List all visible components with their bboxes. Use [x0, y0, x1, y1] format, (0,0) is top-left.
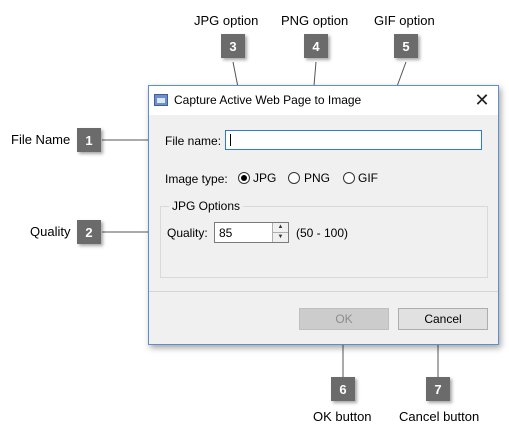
callout-label-jpg-option: JPG option — [194, 13, 259, 28]
app-window-icon — [154, 94, 168, 106]
quality-label: Quality: — [167, 226, 208, 240]
callout-badge-3: 3 — [221, 34, 245, 58]
callout-label-cancel-button: Cancel button — [399, 409, 480, 424]
callout-label-png-option: PNG option — [281, 13, 349, 28]
callout-badge-7: 7 — [426, 377, 450, 401]
radio-png[interactable] — [288, 172, 300, 184]
callout-label-file-name: File Name — [11, 132, 71, 147]
dialog-title: Capture Active Web Page to Image — [174, 93, 362, 107]
spin-up-icon[interactable]: ▲ — [273, 223, 288, 233]
radio-jpg[interactable] — [238, 172, 250, 184]
callout-badge-1: 1 — [77, 128, 101, 152]
radio-png-label[interactable]: PNG — [304, 171, 330, 185]
radio-gif[interactable] — [343, 172, 355, 184]
quality-spin-buttons: ▲ ▼ — [272, 223, 288, 242]
callout-label-ok-button: OK button — [313, 409, 372, 424]
callout-label-quality: Quality — [30, 224, 71, 239]
callout-badge-2: 2 — [77, 220, 101, 244]
capture-dialog: Capture Active Web Page to Image ✕ File … — [148, 85, 499, 345]
ok-button[interactable]: OK — [299, 308, 389, 330]
cancel-button[interactable]: Cancel — [398, 308, 488, 330]
jpg-options-title: JPG Options — [169, 199, 244, 213]
image-type-label: Image type: — [165, 172, 228, 186]
radio-gif-label[interactable]: GIF — [358, 171, 378, 185]
text-caret — [230, 134, 231, 146]
quality-range-hint: (50 - 100) — [296, 226, 349, 240]
quality-value[interactable]: 85 — [219, 226, 232, 240]
callout-label-gif-option: GIF option — [374, 13, 435, 28]
jpg-options-group — [160, 206, 488, 278]
radio-jpg-label[interactable]: JPG — [253, 171, 276, 185]
file-name-input[interactable] — [225, 130, 482, 150]
callout-badge-6: 6 — [331, 377, 355, 401]
callout-badge-5: 5 — [394, 34, 418, 58]
close-icon[interactable]: ✕ — [472, 90, 492, 110]
file-name-label: File name: — [165, 134, 222, 148]
callout-badge-4: 4 — [304, 34, 328, 58]
spin-down-icon[interactable]: ▼ — [273, 233, 288, 242]
dialog-titlebar[interactable]: Capture Active Web Page to Image ✕ — [149, 86, 498, 115]
button-separator — [149, 291, 498, 292]
quality-spinner[interactable]: 85 ▲ ▼ — [214, 222, 289, 243]
